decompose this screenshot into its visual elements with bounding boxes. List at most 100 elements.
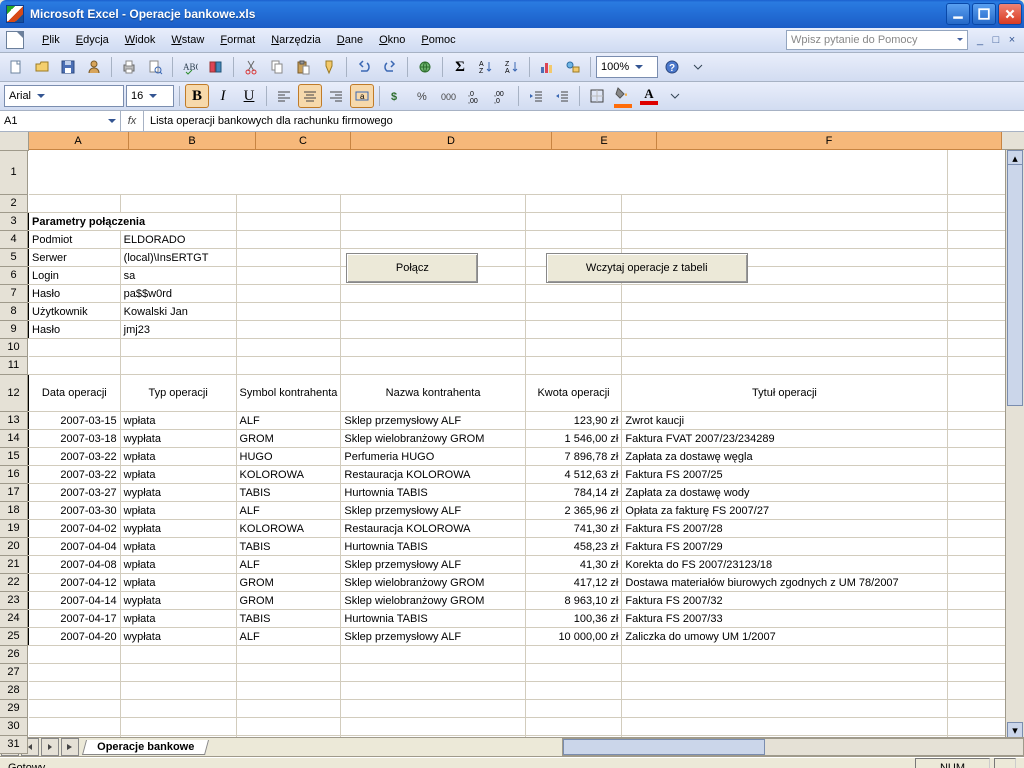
table-cell[interactable]: 8 963,10 zł xyxy=(525,592,622,610)
chart-icon[interactable] xyxy=(535,55,559,79)
decrease-decimal-icon[interactable]: ,00,0 xyxy=(489,84,513,108)
cell[interactable] xyxy=(29,339,121,357)
cell[interactable] xyxy=(622,682,947,700)
cell[interactable] xyxy=(525,285,622,303)
table-cell[interactable]: ALF xyxy=(236,502,341,520)
table-header[interactable]: Tytuł operacji xyxy=(622,375,947,412)
table-cell[interactable]: Faktura FVAT 2007/23/234289 xyxy=(622,430,947,448)
cell[interactable] xyxy=(341,682,525,700)
table-cell[interactable]: 2007-04-02 xyxy=(29,520,121,538)
underline-button[interactable]: U xyxy=(237,84,261,108)
cell[interactable] xyxy=(341,357,525,375)
param-value[interactable]: ELDORADO xyxy=(120,231,236,249)
cell[interactable] xyxy=(236,718,341,736)
formula-input[interactable]: Lista operacji bankowych dla rachunku fi… xyxy=(144,115,1024,127)
param-value[interactable]: (local)\InsERTGT xyxy=(120,249,236,267)
table-cell[interactable]: wypłata xyxy=(120,628,236,646)
name-box[interactable]: A1 xyxy=(0,111,121,131)
cell[interactable] xyxy=(525,321,622,339)
autosum-icon[interactable]: Σ xyxy=(448,55,472,79)
cell[interactable] xyxy=(525,700,622,718)
cell[interactable] xyxy=(341,213,525,231)
table-cell[interactable]: Hurtownia TABIS xyxy=(341,538,525,556)
cell[interactable] xyxy=(947,285,1005,303)
cell[interactable] xyxy=(947,520,1005,538)
table-cell[interactable]: 2007-04-17 xyxy=(29,610,121,628)
table-cell[interactable]: 2007-04-12 xyxy=(29,574,121,592)
cell[interactable] xyxy=(525,213,622,231)
cell[interactable] xyxy=(29,700,121,718)
table-cell[interactable]: wpłata xyxy=(120,538,236,556)
row-header[interactable]: 21 xyxy=(0,556,28,574)
table-cell[interactable]: Faktura FS 2007/25 xyxy=(622,466,947,484)
row-header[interactable]: 31 xyxy=(0,736,28,754)
table-cell[interactable]: 100,36 zł xyxy=(525,610,622,628)
copy-icon[interactable] xyxy=(265,55,289,79)
table-cell[interactable]: Sklep przemysłowy ALF xyxy=(341,502,525,520)
param-key[interactable]: Użytkownik xyxy=(29,303,121,321)
connect-button[interactable]: Połącz xyxy=(346,253,478,283)
cell[interactable] xyxy=(341,718,525,736)
row-header[interactable]: 20 xyxy=(0,538,28,556)
cell[interactable] xyxy=(947,375,1005,412)
sheet-title[interactable]: Lista operacji bankowych dla rachunku fi… xyxy=(29,150,948,195)
table-header[interactable]: Typ operacji xyxy=(120,375,236,412)
cell[interactable] xyxy=(341,321,525,339)
row-header[interactable]: 14 xyxy=(0,430,28,448)
row-header[interactable]: 3 xyxy=(0,213,28,231)
table-cell[interactable]: Perfumeria HUGO xyxy=(341,448,525,466)
table-cell[interactable]: wpłata xyxy=(120,556,236,574)
col-header-G[interactable] xyxy=(1002,132,1024,150)
cell[interactable] xyxy=(29,357,121,375)
cell[interactable] xyxy=(525,646,622,664)
cell[interactable] xyxy=(947,718,1005,736)
decrease-indent-icon[interactable] xyxy=(524,84,548,108)
sheet-tab[interactable]: Operacje bankowe xyxy=(82,740,209,755)
table-cell[interactable]: wpłata xyxy=(120,610,236,628)
comma-icon[interactable]: 000 xyxy=(437,84,461,108)
cell[interactable] xyxy=(947,664,1005,682)
mdi-restore-icon[interactable]: □ xyxy=(990,34,1002,46)
cell[interactable] xyxy=(236,682,341,700)
table-cell[interactable]: Opłata za fakturę FS 2007/27 xyxy=(622,502,947,520)
table-cell[interactable]: TABIS xyxy=(236,538,341,556)
cell[interactable] xyxy=(120,664,236,682)
cell[interactable] xyxy=(525,195,622,213)
print-icon[interactable] xyxy=(117,55,141,79)
hyperlink-icon[interactable] xyxy=(413,55,437,79)
cell[interactable] xyxy=(120,718,236,736)
col-header-D[interactable]: D xyxy=(351,132,552,150)
cell[interactable] xyxy=(947,628,1005,646)
cell[interactable] xyxy=(120,195,236,213)
table-cell[interactable]: ALF xyxy=(236,412,341,430)
load-button[interactable]: Wczytaj operacje z tabeli xyxy=(546,253,748,283)
cell[interactable] xyxy=(341,195,525,213)
table-cell[interactable]: wpłata xyxy=(120,502,236,520)
maximize-button[interactable] xyxy=(972,3,996,25)
cell[interactable] xyxy=(236,700,341,718)
cell[interactable] xyxy=(341,700,525,718)
toolbar-options-icon[interactable] xyxy=(686,55,710,79)
cell[interactable] xyxy=(947,700,1005,718)
row-header[interactable]: 12 xyxy=(0,375,28,412)
tab-next-icon[interactable] xyxy=(41,738,59,756)
table-cell[interactable]: wpłata xyxy=(120,466,236,484)
table-cell[interactable]: Sklep wielobranżowy GROM xyxy=(341,574,525,592)
cell[interactable] xyxy=(525,303,622,321)
table-cell[interactable]: wpłata xyxy=(120,412,236,430)
cell[interactable] xyxy=(525,664,622,682)
cell[interactable] xyxy=(622,664,947,682)
menu-wstaw[interactable]: Wstaw xyxy=(163,30,212,50)
cell[interactable] xyxy=(236,195,341,213)
cell[interactable] xyxy=(236,321,341,339)
permission-icon[interactable] xyxy=(82,55,106,79)
cell[interactable] xyxy=(236,213,341,231)
tab-last-icon[interactable] xyxy=(61,738,79,756)
row-header[interactable]: 30 xyxy=(0,718,28,736)
cell[interactable] xyxy=(525,231,622,249)
cell[interactable] xyxy=(947,267,1005,285)
table-cell[interactable]: GROM xyxy=(236,430,341,448)
cell[interactable] xyxy=(341,231,525,249)
param-key[interactable]: Hasło xyxy=(29,285,121,303)
cell[interactable] xyxy=(525,339,622,357)
